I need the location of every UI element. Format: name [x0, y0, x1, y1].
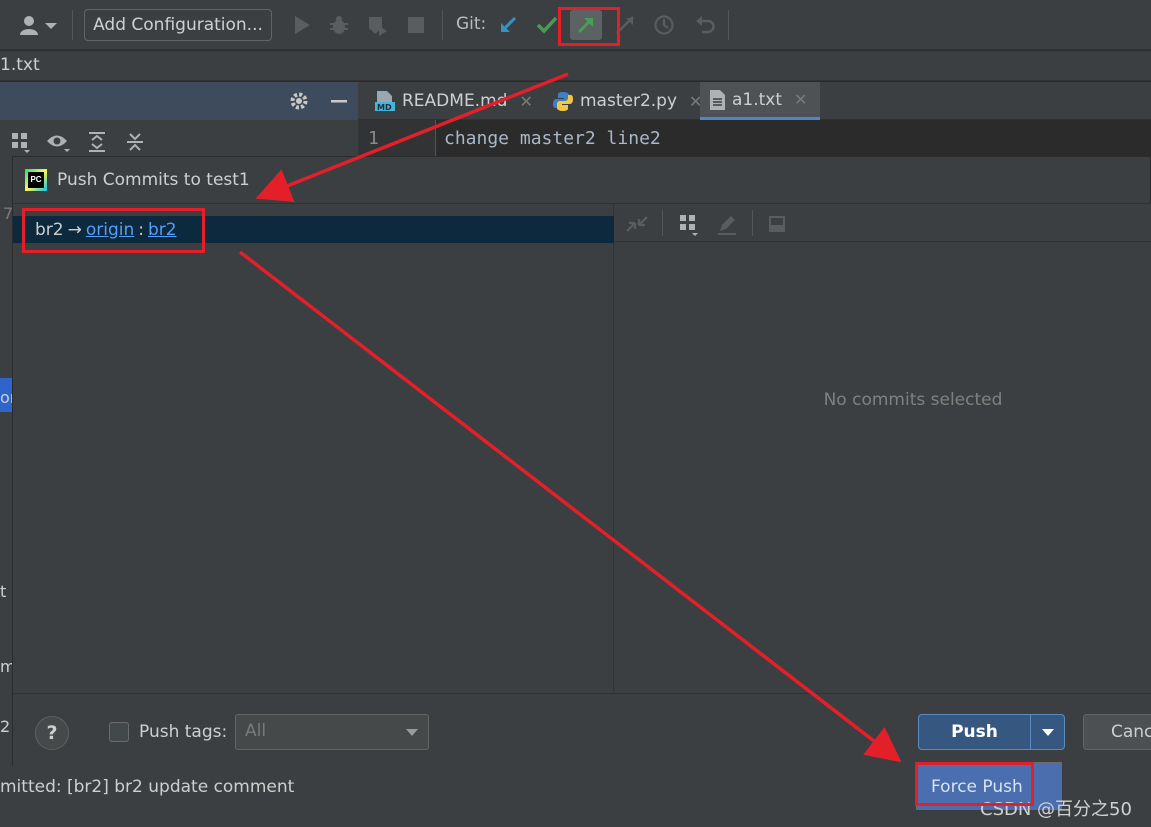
debug-icon[interactable] — [326, 13, 352, 37]
collapse-icon[interactable] — [624, 212, 650, 236]
tab-a1-label: a1.txt — [732, 89, 783, 110]
push-dropdown-button[interactable] — [1031, 715, 1064, 749]
history-icon[interactable] — [651, 12, 677, 38]
project-panel-tools — [0, 120, 358, 160]
add-configuration-button[interactable]: Add Configuration... — [84, 9, 272, 41]
close-icon[interactable]: ✕ — [519, 92, 532, 111]
line-number: 1 — [358, 120, 436, 160]
group-by-icon[interactable] — [676, 212, 702, 238]
cancel-button[interactable]: Cancel — [1083, 714, 1151, 750]
git-label: Git: — [456, 14, 487, 34]
hide-panel-icon[interactable] — [326, 90, 352, 112]
project-panel-header — [0, 82, 358, 120]
tab-master2[interactable]: master2.py ✕ — [544, 82, 702, 120]
push-tags-select[interactable]: All — [235, 714, 429, 750]
text-file-icon — [708, 89, 726, 111]
breadcrumb: 1.txt — [0, 51, 1151, 81]
tab-readme-label: README.md — [402, 91, 508, 111]
close-icon[interactable]: ✕ — [794, 90, 807, 109]
markdown-file-icon: MD — [374, 90, 396, 112]
side-scrap-e: 2 — [0, 717, 11, 736]
push-tags-checkbox[interactable] — [109, 722, 129, 742]
commit-details-pane: No commits selected — [614, 203, 1151, 693]
code-editor[interactable]: 1 change master2 line2 — [358, 120, 1151, 160]
push-branches-pane: br2 → origin : br2 — [13, 203, 614, 693]
svg-text:MD: MD — [377, 103, 392, 112]
tab-a1[interactable]: a1.txt ✕ — [700, 82, 820, 120]
group-by-icon[interactable] — [8, 130, 34, 154]
help-button[interactable]: ? — [35, 716, 69, 750]
stop-icon[interactable] — [404, 13, 428, 37]
settings-gear-icon[interactable] — [286, 90, 312, 112]
git-update-icon[interactable] — [496, 13, 520, 37]
status-text: mitted: [br2] br2 update comment — [0, 777, 295, 797]
push-split-button[interactable]: Push — [918, 714, 1065, 750]
python-file-icon — [552, 90, 574, 112]
no-commits-message: No commits selected — [823, 390, 1003, 410]
code-line[interactable]: change master2 line2 — [444, 128, 661, 149]
user-menu-icon[interactable] — [16, 12, 60, 38]
expand-all-icon[interactable] — [84, 130, 110, 154]
edit-source-icon[interactable] — [714, 212, 740, 236]
tab-master2-label: master2.py — [580, 91, 678, 111]
branch-row-highlight — [22, 208, 205, 253]
push-button-highlight — [558, 7, 620, 46]
tab-readme[interactable]: MD README.md ✕ — [366, 82, 542, 120]
eye-icon[interactable] — [44, 130, 74, 154]
push-tags-select-value: All — [245, 721, 267, 741]
force-push-highlight — [915, 762, 1034, 806]
editor-tabs: MD README.md ✕ master2.py ✕ a1.txt ✕ — [358, 82, 1151, 120]
chevron-down-icon — [1041, 728, 1054, 736]
coverage-icon[interactable] — [364, 13, 390, 37]
collapse-all-icon[interactable] — [122, 130, 148, 154]
details-toolbar — [614, 204, 1151, 242]
dialog-button-bar: ? Push tags: All Push Cancel — [13, 693, 1151, 767]
preview-icon[interactable] — [764, 212, 790, 236]
push-tags-label: Push tags: — [139, 722, 228, 742]
rollback-icon[interactable] — [692, 12, 718, 38]
chevron-down-icon — [406, 729, 418, 736]
run-icon[interactable] — [290, 13, 314, 37]
push-button[interactable]: Push — [919, 715, 1031, 749]
git-commit-icon[interactable] — [534, 13, 560, 37]
pycharm-logo-icon: PC — [25, 169, 47, 191]
breadcrumb-file[interactable]: 1.txt — [0, 55, 40, 75]
main-toolbar: Add Configuration... Git: — [0, 0, 1151, 50]
dialog-title-bar: PC Push Commits to test1 — [13, 157, 1150, 203]
dialog-title: Push Commits to test1 — [57, 170, 250, 190]
